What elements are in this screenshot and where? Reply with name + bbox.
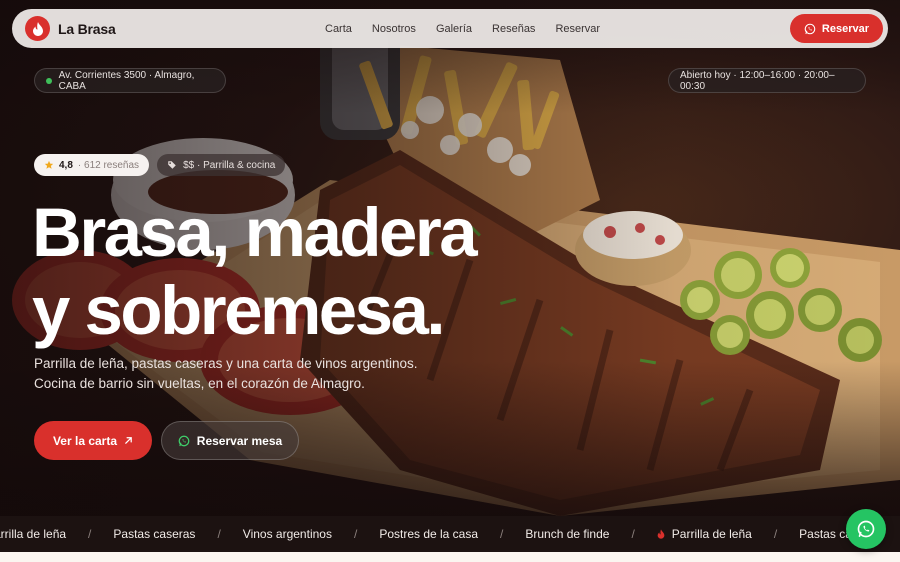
marquee-track: Parrilla de leña / Pastas caseras / Vino… (0, 516, 881, 552)
badge-row: 4,8 · 612 reseñas $$ · Parrilla & cocina (34, 154, 286, 176)
hero-description: Parrilla de leña, pastas caseras y una c… (34, 354, 454, 394)
headline-line-1: Brasa, madera (32, 194, 478, 271)
reservar-button[interactable]: Reservar (789, 14, 883, 43)
marquee-separator: / (500, 527, 504, 541)
hours-text: Abierto hoy · 12:00–16:00 · 20:00–00:30 (680, 69, 835, 92)
top-navbar: La Brasa Carta Nosotros Galería Reseñas … (12, 9, 888, 48)
arrow-up-right-icon (125, 437, 132, 444)
flame-icon (657, 529, 665, 539)
reservar-mesa-button[interactable]: Reservar mesa (161, 421, 299, 460)
whatsapp-icon (857, 520, 875, 538)
nav-links: Carta Nosotros Galería Reseñas Reservar (325, 9, 620, 48)
whatsapp-icon (178, 435, 190, 446)
marquee-separator: / (217, 527, 221, 541)
marquee-separator: / (631, 527, 635, 541)
whatsapp-float-button[interactable] (846, 509, 886, 549)
reservar-mesa-label: Reservar mesa (196, 433, 283, 448)
nav-link-reservar[interactable]: Reservar (555, 23, 600, 35)
nav-link-nosotros[interactable]: Nosotros (372, 23, 416, 35)
price-category-badge: $$ · Parrilla & cocina (157, 154, 286, 176)
rating-value: 4,8 (59, 159, 73, 171)
specialties-marquee: Parrilla de leña / Pastas caseras / Vino… (0, 516, 900, 552)
ver-la-carta-label: Ver la carta (52, 433, 118, 448)
reservar-button-label: Reservar (821, 22, 869, 35)
marquee-item: Parrilla de leña (671, 527, 752, 541)
marquee-separator: / (88, 527, 92, 541)
marquee-item: Parrilla de leña (0, 527, 67, 541)
hours-pill: Abierto hoy · 12:00–16:00 · 20:00–00:30 (668, 68, 866, 93)
nav-link-carta[interactable]: Carta (325, 23, 352, 35)
description-line-1: Parrilla de leña, pastas caseras y una c… (34, 356, 418, 371)
marquee-item: Vinos argentinos (242, 527, 332, 541)
price-category-text: $$ · Parrilla & cocina (183, 159, 276, 171)
ver-la-carta-button[interactable]: Ver la carta (34, 421, 152, 460)
brand-name: La Brasa (58, 20, 116, 37)
marquee-item: Pastas caseras (113, 527, 196, 541)
whatsapp-icon (804, 23, 816, 34)
status-dot (46, 77, 52, 84)
address-pill: Av. Corrientes 3500 · Almagro, CABA (34, 68, 226, 93)
marquee-item: Brunch de finde (525, 527, 610, 541)
flame-icon (25, 16, 50, 41)
next-section-edge (0, 552, 900, 562)
headline-line-2: y sobremesa. (32, 272, 446, 349)
tag-icon (168, 161, 176, 169)
marquee-item: Postres de la casa (379, 527, 479, 541)
marquee-separator: / (353, 527, 358, 541)
address-text: Av. Corrientes 3500 · Almagro, CABA (58, 69, 195, 92)
review-count: · 612 reseñas (77, 159, 140, 171)
star-icon (44, 160, 54, 169)
nav-link-galeria[interactable]: Galería (436, 23, 472, 35)
hero-headline: Brasa, madera y sobremesa. (32, 194, 478, 350)
nav-link-resenas[interactable]: Reseñas (492, 23, 535, 35)
description-line-2: Cocina de barrio sin vueltas, en el cora… (34, 376, 365, 391)
rating-badge: 4,8 · 612 reseñas (34, 154, 150, 176)
brand[interactable]: La Brasa (25, 16, 116, 41)
marquee-separator: / (773, 527, 778, 541)
